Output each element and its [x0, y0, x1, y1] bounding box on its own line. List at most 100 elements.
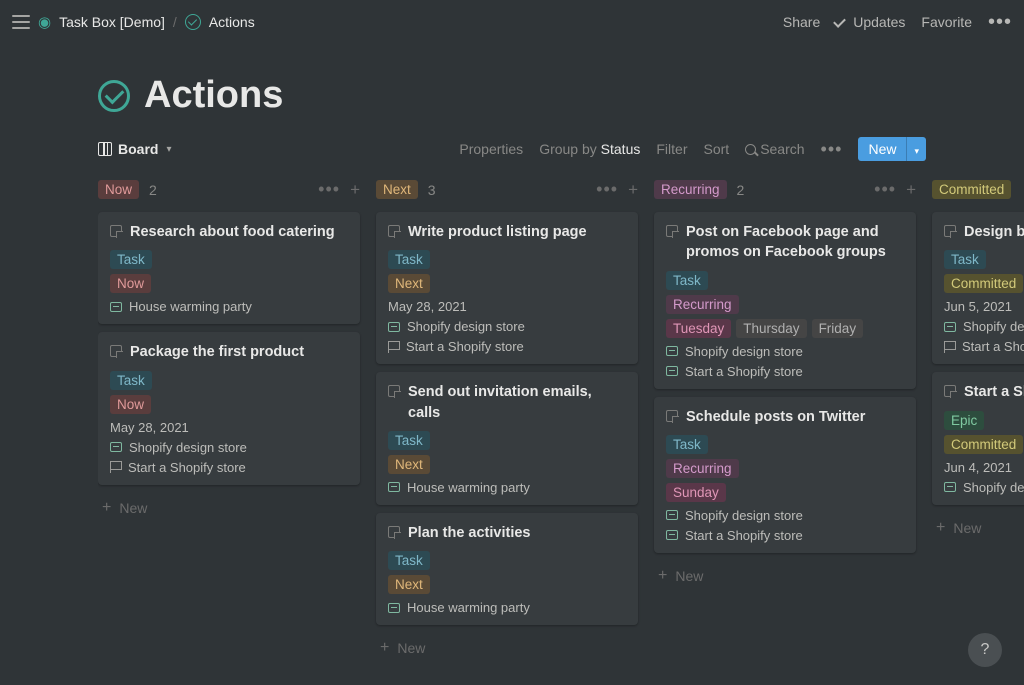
- relation-text: Shopify design store: [685, 508, 803, 523]
- card-title: Package the first product: [130, 342, 304, 362]
- card[interactable]: Research about food catering TaskNow Hou…: [98, 212, 360, 324]
- groupby-button[interactable]: Group by Status: [539, 141, 640, 157]
- tag-badge: Task: [110, 250, 152, 269]
- relation-text: House warming party: [407, 600, 530, 615]
- card[interactable]: Schedule posts on Twitter TaskRecurringS…: [654, 397, 916, 553]
- project-icon: [666, 510, 678, 520]
- page-title: Actions: [144, 74, 283, 117]
- status-badge[interactable]: Next: [376, 180, 418, 199]
- relation-text: Shopify design store: [685, 344, 803, 359]
- project-icon: [944, 322, 956, 332]
- card[interactable]: Post on Facebook page and promos on Face…: [654, 212, 916, 389]
- status-badge[interactable]: Now: [98, 180, 139, 199]
- tag-badge: Recurring: [666, 459, 739, 478]
- card[interactable]: Design bra TaskCommittedJun 5, 2021 Shop…: [932, 212, 1024, 364]
- status-badge[interactable]: Recurring: [654, 180, 727, 199]
- project-icon: [110, 302, 122, 312]
- page-icon: [388, 225, 400, 237]
- card[interactable]: Package the first product TaskNowMay 28,…: [98, 332, 360, 484]
- add-new-button[interactable]: +New: [376, 633, 638, 663]
- relation-text: Start a Shopify store: [128, 460, 246, 475]
- status-badge[interactable]: Committed: [932, 180, 1011, 199]
- breadcrumb-page[interactable]: Actions: [209, 14, 255, 30]
- board-icon: [98, 142, 112, 156]
- card[interactable]: Start a Sho EpicCommittedJun 4, 2021 Sho…: [932, 372, 1024, 504]
- menu-icon[interactable]: [12, 15, 30, 29]
- column-count: 3: [428, 182, 436, 198]
- page-icon: [110, 225, 122, 237]
- page-icon: [388, 385, 400, 397]
- favorite-button[interactable]: Favorite: [921, 14, 972, 30]
- card-badges: TaskNext: [388, 431, 626, 474]
- card-badges: TaskRecurringTuesdayThursdayFriday: [666, 271, 904, 338]
- card[interactable]: Send out invitation emails, calls TaskNe…: [376, 372, 638, 505]
- more-icon[interactable]: •••: [988, 11, 1012, 34]
- add-new-button[interactable]: +New: [654, 561, 916, 591]
- tag-badge: Task: [666, 271, 708, 290]
- relation-text: Shopify des: [963, 480, 1024, 495]
- add-new-button[interactable]: +New: [932, 513, 1024, 543]
- column-count: 2: [737, 182, 745, 198]
- tag-badge: Now: [110, 274, 151, 293]
- card-title: Write product listing page: [408, 222, 587, 242]
- properties-button[interactable]: Properties: [459, 141, 523, 157]
- page-heading: Actions: [98, 74, 1024, 117]
- flag-icon: [388, 341, 399, 353]
- card-relation: Start a Shopify store: [388, 339, 626, 354]
- plus-icon: +: [658, 567, 667, 585]
- card[interactable]: Plan the activities TaskNext House warmi…: [376, 513, 638, 625]
- card-relation: Start a Sho: [944, 339, 1024, 354]
- add-card-icon[interactable]: +: [350, 180, 360, 200]
- board: Now 2 ••• + Research about food catering…: [98, 179, 1024, 663]
- page-icon: [110, 345, 122, 357]
- add-card-icon[interactable]: +: [628, 180, 638, 200]
- add-card-icon[interactable]: +: [906, 180, 916, 200]
- board-column: Committed ••• + Design bra TaskCommitted…: [932, 179, 1024, 663]
- new-button[interactable]: New ▾: [858, 137, 926, 161]
- card[interactable]: Write product listing page TaskNextMay 2…: [376, 212, 638, 364]
- column-header: Committed ••• +: [932, 179, 1024, 200]
- topbar-right: Share Updates Favorite •••: [783, 11, 1012, 34]
- project-icon: [110, 442, 122, 452]
- card-date: Jun 4, 2021: [944, 460, 1024, 475]
- tag-badge: Task: [110, 371, 152, 390]
- chevron-down-icon: ▾: [166, 144, 171, 155]
- card-relation: Start a Shopify store: [666, 364, 904, 379]
- tag-badge: Sunday: [666, 483, 726, 502]
- toolbar-more-icon[interactable]: •••: [821, 139, 843, 160]
- check-circle-icon: [98, 80, 130, 112]
- card-date: Jun 5, 2021: [944, 299, 1024, 314]
- relation-text: Start a Sho: [962, 339, 1024, 354]
- board-column: Next 3 ••• + Write product listing page …: [376, 179, 638, 663]
- board-column: Recurring 2 ••• + Post on Facebook page …: [654, 179, 916, 663]
- view-switcher[interactable]: Board ▾: [98, 141, 171, 157]
- filter-button[interactable]: Filter: [656, 141, 687, 157]
- breadcrumb-workspace[interactable]: Task Box [Demo]: [59, 14, 165, 30]
- add-new-button[interactable]: +New: [98, 493, 360, 523]
- card-badges: Task Recurring Sunday: [666, 435, 904, 502]
- card-title: Send out invitation emails, calls: [408, 382, 626, 423]
- updates-button[interactable]: Updates: [836, 14, 905, 30]
- check-circle-icon: [185, 14, 201, 30]
- card-title: Plan the activities: [408, 523, 531, 543]
- check-icon: [836, 16, 849, 29]
- sort-button[interactable]: Sort: [704, 141, 730, 157]
- new-dropdown[interactable]: ▾: [906, 137, 926, 161]
- day-badge: Thursday: [736, 319, 806, 338]
- share-button[interactable]: Share: [783, 14, 820, 30]
- column-more-icon[interactable]: •••: [596, 179, 618, 200]
- view-toolbar: Board ▾ Properties Group by Status Filte…: [98, 137, 1024, 161]
- card-badges: TaskNext: [388, 551, 626, 594]
- search-button[interactable]: Search: [745, 141, 804, 157]
- plus-icon: +: [102, 499, 111, 517]
- help-button[interactable]: ?: [968, 633, 1002, 667]
- column-header: Next 3 ••• +: [376, 179, 638, 200]
- relation-text: House warming party: [129, 299, 252, 314]
- column-more-icon[interactable]: •••: [874, 179, 896, 200]
- tag-badge: Task: [666, 435, 708, 454]
- tag-badge: Now: [110, 395, 151, 414]
- plus-icon: +: [936, 519, 945, 537]
- card-badges: Task Now: [110, 371, 348, 414]
- column-more-icon[interactable]: •••: [318, 179, 340, 200]
- project-icon: [388, 322, 400, 332]
